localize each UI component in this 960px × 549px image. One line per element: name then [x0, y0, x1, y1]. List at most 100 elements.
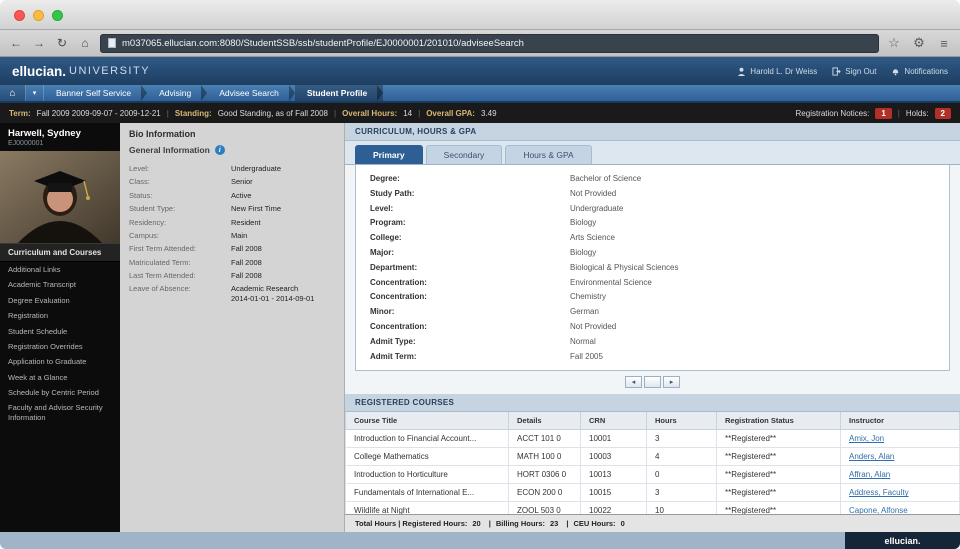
holds-badge[interactable]: 2	[934, 107, 951, 119]
curriculum-field-value: Biology	[570, 247, 597, 257]
table-row: College Mathematics MATH 100 0 10003 4 *…	[345, 447, 960, 467]
nav-item-advisee-search[interactable]: Advisee Search	[207, 85, 295, 101]
bio-field-label: Status:	[129, 190, 153, 200]
close-window-button[interactable]	[14, 10, 25, 21]
bio-field-value: New First Time	[231, 204, 282, 214]
pager-prev-button[interactable]: ◂	[625, 376, 642, 389]
bio-field-value: Resident	[231, 217, 261, 227]
home-icon: ⌂	[9, 87, 16, 99]
user-menu[interactable]: Harold L. Dr Weiss	[737, 67, 817, 76]
nav-home-button[interactable]: ⌂	[0, 85, 26, 101]
term-label: Term:	[9, 108, 31, 118]
bio-field-label: Level:	[129, 164, 150, 173]
brand-logo: ellucian.	[12, 63, 67, 79]
bookmark-star-icon[interactable]: ☆	[886, 35, 902, 51]
bio-field-row: Campus: Main	[120, 229, 344, 242]
sidebar-item-schedule-by-centric-period[interactable]: Schedule by Centric Period	[0, 385, 120, 400]
sidebar-item-student-schedule[interactable]: Student Schedule	[0, 324, 120, 339]
registered-courses-header: REGISTERED COURSES	[345, 394, 960, 413]
sidebar-item-degree-evaluation[interactable]: Degree Evaluation	[0, 293, 120, 308]
browser-window: ← → ↻ ⌂ m037065.ellucian.com:8080/Studen…	[0, 0, 960, 549]
holds-label: Holds:	[905, 108, 929, 118]
zoom-window-button[interactable]	[52, 10, 63, 21]
bio-field-value: Active	[231, 190, 252, 200]
sidebar-item-registration[interactable]: Registration	[0, 308, 120, 323]
tab-secondary[interactable]: Secondary	[425, 145, 503, 164]
back-icon[interactable]: ←	[8, 36, 24, 50]
column-details[interactable]: Details	[508, 412, 581, 431]
nav-item-student-profile[interactable]: Student Profile	[294, 85, 384, 101]
sidebar-item-additional-links[interactable]: Additional Links	[0, 262, 120, 277]
minimize-window-button[interactable]	[33, 10, 44, 21]
browser-menu-icon[interactable]: ≡	[936, 36, 952, 51]
curriculum-field-label: Study Path:	[370, 188, 415, 198]
registration-notices-badge[interactable]: 1	[875, 107, 892, 119]
curriculum-field-label: College:	[370, 233, 402, 243]
tab-hours-gpa[interactable]: Hours & GPA	[505, 145, 592, 164]
course-details: HORT 0306 0	[508, 465, 581, 485]
curriculum-field-row: Study Path: Not Provided	[356, 187, 949, 202]
course-title: Fundamentals of International E...	[345, 483, 509, 503]
nav-menu-toggle[interactable]: ▾	[26, 85, 44, 101]
nav-item-label: Banner Self Service	[56, 88, 132, 98]
term-bar-right: Registration Notices: 1 | Holds: 2	[796, 107, 951, 119]
forward-icon[interactable]: →	[31, 36, 47, 50]
sidebar-section-curriculum-and-courses[interactable]: Curriculum and Courses	[0, 243, 120, 262]
instructor-link[interactable]: Affran, Alan	[849, 470, 890, 479]
nav-item-banner-self-service[interactable]: Banner Self Service	[44, 85, 147, 101]
tab-primary[interactable]: Primary	[355, 145, 423, 164]
curriculum-field-row: Program: Biology	[356, 216, 949, 231]
instructor-link[interactable]: Anders, Alan	[849, 452, 894, 461]
ceu-hours-label: CEU Hours:	[573, 519, 616, 528]
notifications-button[interactable]: Notifications	[891, 67, 948, 76]
column-course-title[interactable]: Course Title	[345, 412, 509, 431]
browser-titlebar	[0, 0, 960, 30]
sign-out-label: Sign Out	[845, 66, 877, 76]
bio-field-value: Senior	[231, 177, 253, 187]
term-value: Fall 2009 2009-09-07 - 2009-12-21	[36, 108, 161, 118]
sidebar-item-application-to-graduate[interactable]: Application to Graduate	[0, 354, 120, 369]
instructor-link[interactable]: Address, Faculty	[849, 488, 909, 497]
column-instructor[interactable]: Instructor	[840, 412, 960, 431]
sidebar-item-registration-overrides[interactable]: Registration Overrides	[0, 339, 120, 354]
sidebar-item-academic-transcript[interactable]: Academic Transcript	[0, 277, 120, 292]
general-information-label: General Information	[129, 145, 210, 155]
home-icon[interactable]: ⌂	[77, 36, 93, 50]
curriculum-field-row: Concentration: Not Provided	[356, 320, 949, 335]
column-crn[interactable]: CRN	[580, 412, 647, 431]
nav-item-advising[interactable]: Advising	[147, 85, 207, 101]
curriculum-field-value: Fall 2005	[570, 351, 603, 361]
bio-field-label: Residency:	[129, 217, 167, 227]
course-status: **Registered**	[716, 483, 841, 503]
sign-out-button[interactable]: Sign Out	[832, 67, 876, 76]
address-bar[interactable]: m037065.ellucian.com:8080/StudentSSB/ssb…	[100, 33, 879, 53]
curriculum-field-row: Major: Biology	[356, 246, 949, 261]
course-hours: 3	[646, 483, 717, 503]
curriculum-field-value: Bachelor of Science	[570, 174, 642, 183]
pager-next-button[interactable]: ▸	[663, 376, 680, 389]
table-row: Introduction to Horticulture HORT 0306 0…	[345, 465, 960, 485]
bell-icon	[893, 68, 899, 75]
column-registration-status[interactable]: Registration Status	[716, 412, 841, 431]
instructor-link[interactable]: Amix, Jon	[849, 434, 884, 443]
separator: |	[897, 108, 900, 118]
course-status: **Registered**	[716, 465, 841, 485]
refresh-icon[interactable]: ↻	[54, 36, 70, 50]
course-details: ACCT 101 0	[508, 429, 581, 449]
sidebar-item-week-at-a-glance[interactable]: Week at a Glance	[0, 370, 120, 385]
main-content: CURRICULUM, HOURS & GPA Primary Secondar…	[345, 123, 960, 532]
standing-value: Good Standing, as of Fall 2008	[217, 108, 328, 118]
bio-field-value: Academic Research 2014-01-01 - 2014-09-0…	[231, 284, 335, 303]
student-photo	[0, 151, 120, 243]
info-icon[interactable]: i	[214, 145, 225, 155]
bio-field-row: Level: Undergraduate	[120, 162, 344, 175]
curriculum-field-row: Level: Undergraduate	[356, 202, 949, 217]
curriculum-field-row: Department: Biological & Physical Science…	[356, 261, 949, 276]
sidebar-item-faculty-advisor-security-information[interactable]: Faculty and Advisor Security Information	[0, 400, 120, 425]
ceu-hours-value: 0	[620, 519, 625, 528]
browser-toolbar: ← → ↻ ⌂ m037065.ellucian.com:8080/Studen…	[0, 30, 960, 57]
column-hours[interactable]: Hours	[646, 412, 717, 431]
registered-courses-table: Course Title Details CRN Hours Registrat…	[345, 412, 960, 521]
toolbar-right: ☆ ⚙ ≡	[886, 35, 952, 51]
extensions-icon[interactable]: ⚙	[911, 35, 927, 51]
